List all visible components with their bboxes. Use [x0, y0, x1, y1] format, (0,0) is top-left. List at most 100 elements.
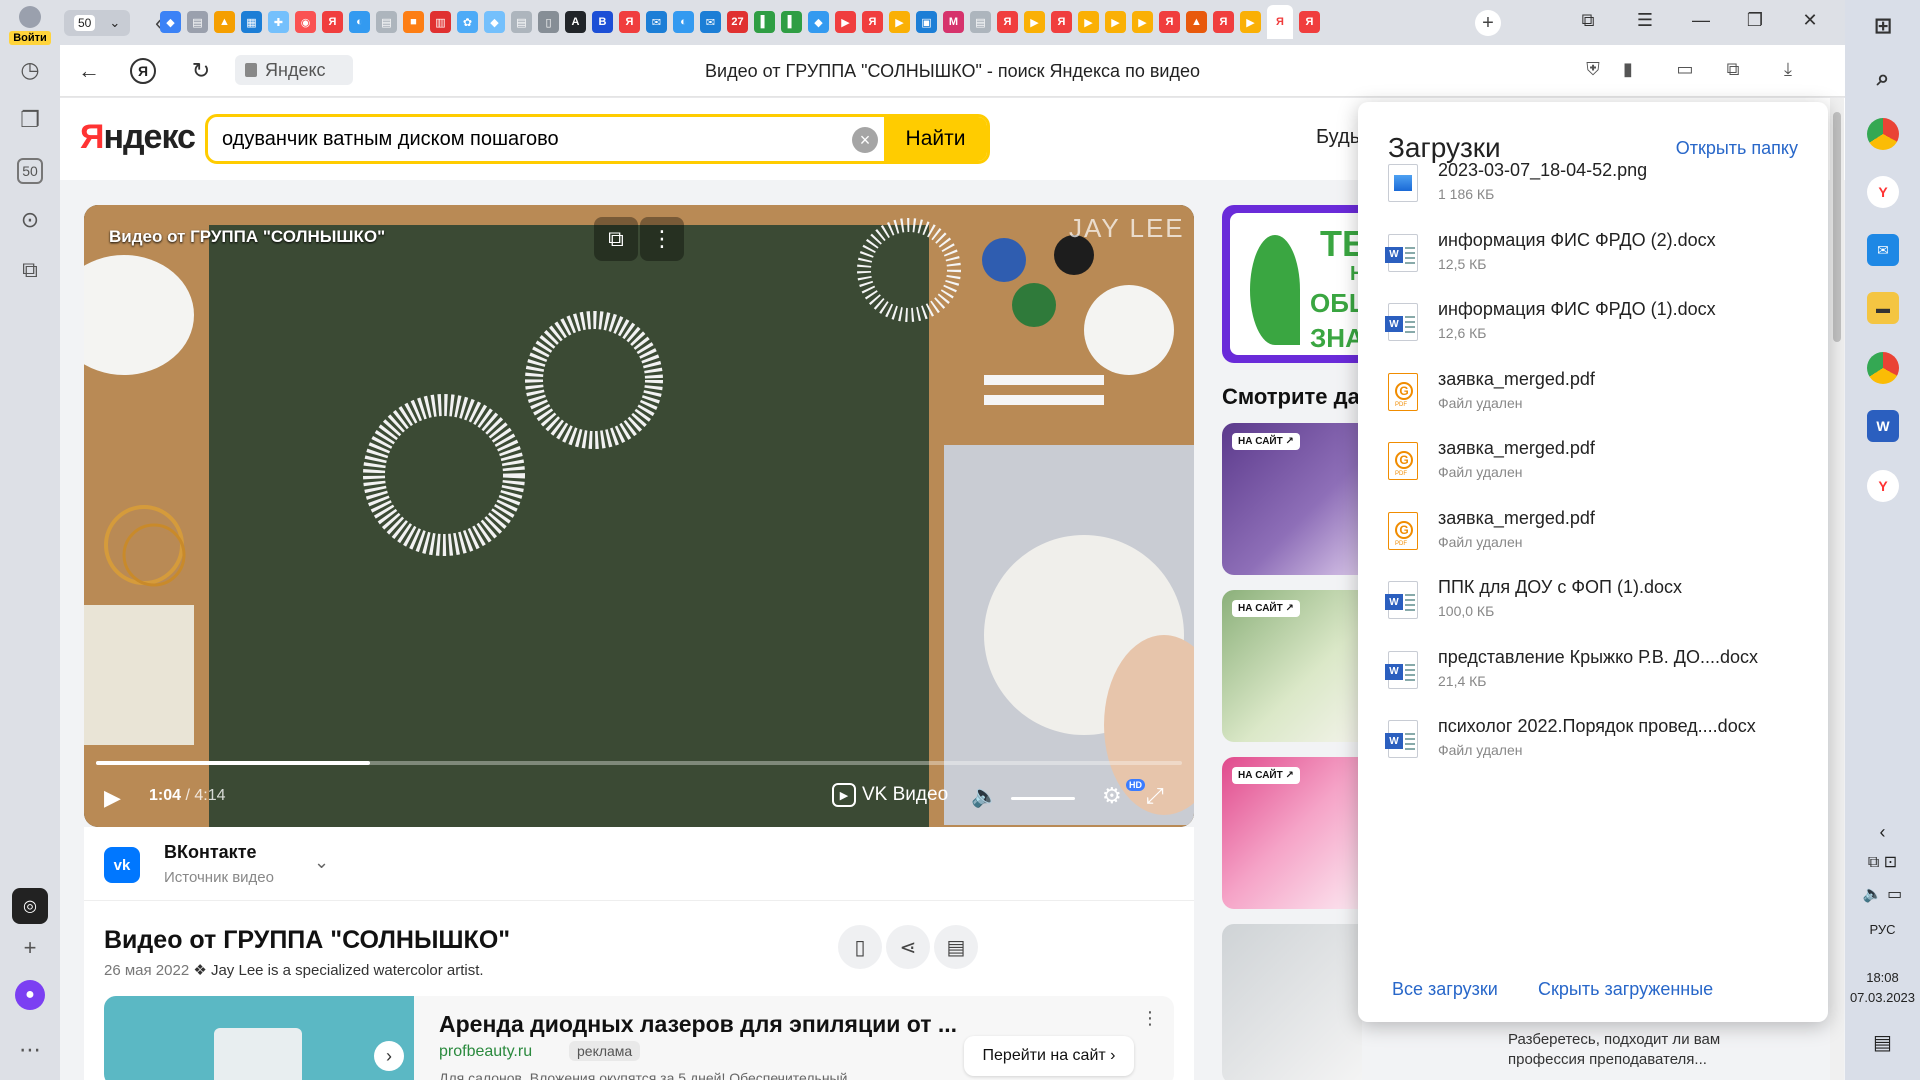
download-item[interactable]: G PDF заявка_merged.pdf Файл удален: [1388, 369, 1808, 429]
hide-downloaded-link[interactable]: Скрыть загруженные: [1538, 979, 1713, 1000]
screenshot-icon[interactable]: ⧉: [12, 252, 48, 288]
related-video-thumb[interactable]: НА САЙТ ↗: [1222, 590, 1362, 742]
language-indicator[interactable]: РУС: [1845, 922, 1920, 937]
word-icon[interactable]: W: [1867, 410, 1899, 442]
clear-search-icon[interactable]: ×: [852, 127, 878, 153]
history-icon[interactable]: ◷: [12, 52, 48, 88]
share-button[interactable]: ⋖: [886, 925, 930, 969]
search-input[interactable]: одуванчик ватным диском пошагово: [222, 128, 559, 151]
related-video-thumb[interactable]: НА САЙТ ↗: [1222, 757, 1362, 909]
bookmark-icon[interactable]: ▮: [1615, 59, 1641, 83]
tab-icon-16[interactable]: A: [565, 11, 586, 33]
report-button[interactable]: ▤: [934, 925, 978, 969]
tab-icon-15[interactable]: ▯: [538, 11, 559, 33]
progress-bar[interactable]: [96, 761, 1182, 765]
tab-icon-20[interactable]: ◐: [673, 11, 694, 33]
downloads-icon[interactable]: ⤓: [1775, 59, 1801, 83]
chevron-left-icon[interactable]: ‹: [1845, 822, 1920, 843]
maximize-icon[interactable]: ❐: [1740, 10, 1770, 31]
tab-icon-18[interactable]: Я: [619, 11, 640, 33]
tab-icon-4[interactable]: ▦: [241, 11, 262, 33]
tab-icon-37[interactable]: ▶: [1132, 11, 1153, 33]
volume-icon[interactable]: 🔈: [971, 783, 998, 809]
source-name[interactable]: ВКонтакте: [164, 842, 257, 863]
bookmark-button[interactable]: ▯: [838, 925, 882, 969]
download-item[interactable]: 2023-03-07_18-04-52.png 1 186 КБ: [1388, 160, 1808, 220]
ad-site[interactable]: profbeauty.ru: [439, 1043, 532, 1061]
mail-icon[interactable]: ✉: [1867, 234, 1899, 266]
on-site-badge[interactable]: НА САЙТ ↗: [1232, 767, 1300, 784]
tray-icons[interactable]: ⧉ ⊡: [1845, 852, 1920, 872]
video-player[interactable]: Видео от ГРУППА "СОЛНЫШКО" ⧉ ⋮ JAY LEE ▶…: [84, 205, 1194, 827]
tab-count-button[interactable]: 50 ⌄: [64, 10, 130, 36]
tab-icon-21[interactable]: ✉: [700, 11, 721, 33]
all-downloads-link[interactable]: Все загрузки: [1392, 979, 1498, 1000]
ad-cta-button[interactable]: Перейти на сайт ›: [964, 1036, 1134, 1076]
alice-app-icon[interactable]: ◎: [12, 888, 48, 924]
more-options-icon[interactable]: ⋮: [640, 217, 684, 261]
tab-icon-32[interactable]: Я: [997, 11, 1018, 33]
ad-title[interactable]: Аренда диодных лазеров для эпиляции от .…: [439, 1011, 957, 1038]
play-icon[interactable]: ▶: [104, 785, 121, 811]
new-tab-button[interactable]: +: [1475, 10, 1501, 36]
tab-icon-19[interactable]: ✉: [646, 11, 667, 33]
tab-icon-27[interactable]: Я: [862, 11, 883, 33]
download-item[interactable]: G PDF заявка_merged.pdf Файл удален: [1388, 508, 1808, 568]
protect-icon[interactable]: ⛨: [1580, 59, 1606, 83]
ad-card[interactable]: › Аренда диодных лазеров для эпиляции от…: [104, 996, 1174, 1080]
download-item[interactable]: Wинформация ФИС ФРДО (2).docx 12,5 КБ: [1385, 230, 1808, 290]
yandex-icon[interactable]: Y: [1867, 470, 1899, 502]
tab-icon-22[interactable]: 27: [727, 11, 748, 33]
extensions-icon[interactable]: ⧉: [1720, 59, 1746, 83]
tab-icon-30[interactable]: M: [943, 11, 964, 33]
tab-icon-1[interactable]: ◆: [160, 11, 181, 33]
tab-icon-9[interactable]: ▤: [376, 11, 397, 33]
media-play-icon[interactable]: ⊙: [12, 202, 48, 238]
on-site-badge[interactable]: НА САЙТ ↗: [1232, 600, 1300, 617]
battery-saver-icon[interactable]: ▭: [1672, 59, 1698, 83]
chrome-icon[interactable]: [1867, 118, 1899, 150]
clock-time[interactable]: 18:08: [1845, 970, 1920, 985]
tab-icon-38[interactable]: Я: [1159, 11, 1180, 33]
close-icon[interactable]: ✕: [1795, 10, 1825, 31]
file-explorer-icon[interactable]: ▬: [1867, 292, 1899, 324]
tab-icon-35[interactable]: ▶: [1078, 11, 1099, 33]
related-video-caption[interactable]: Разберетесь, подходит ли вам профессия п…: [1508, 1030, 1768, 1070]
download-item[interactable]: Wпредставление Крыжко Р.В. ДО....docx 21,…: [1385, 647, 1808, 707]
tab-icon-24[interactable]: ▌: [781, 11, 802, 33]
page-scrollbar[interactable]: [1830, 98, 1844, 1080]
tab-icon-5[interactable]: ✚: [268, 11, 289, 33]
settings-icon[interactable]: ⚙: [1102, 783, 1122, 809]
ad-image[interactable]: ›: [104, 996, 414, 1080]
tab-icon-13[interactable]: ◆: [484, 11, 505, 33]
yandex-logo[interactable]: Яндекс: [80, 118, 196, 157]
tab-icon-41[interactable]: ▶: [1240, 11, 1261, 33]
vk-icon[interactable]: vk: [104, 847, 140, 883]
tab-icon-36[interactable]: ▶: [1105, 11, 1126, 33]
tab-count-icon[interactable]: 50: [17, 158, 43, 184]
tab-icon-7[interactable]: Я: [322, 11, 343, 33]
tab-icon-14[interactable]: ▤: [511, 11, 532, 33]
download-item[interactable]: Wпсихолог 2022.Порядок провед....docx Фай…: [1385, 716, 1808, 776]
windows-start-icon[interactable]: ⊞: [1867, 10, 1899, 42]
tab-icon-43[interactable]: Я: [1299, 11, 1320, 33]
tab-icon-17[interactable]: B: [592, 11, 613, 33]
related-video-thumb[interactable]: [1222, 924, 1362, 1080]
tab-icon-12[interactable]: ✿: [457, 11, 478, 33]
download-item[interactable]: G PDF заявка_merged.pdf Файл удален: [1388, 438, 1808, 498]
tab-icon-3[interactable]: ▲: [214, 11, 235, 33]
clock-date[interactable]: 07.03.2023: [1845, 990, 1920, 1005]
search-icon[interactable]: ⌕: [1867, 62, 1899, 94]
vk-video-brand[interactable]: ▶ VK Видео: [832, 783, 948, 807]
minimize-icon[interactable]: —: [1686, 10, 1716, 31]
open-external-icon[interactable]: ⧉: [594, 217, 638, 261]
tab-icon-42[interactable]: Я: [1267, 5, 1293, 39]
tab-icon-33[interactable]: ▶: [1024, 11, 1045, 33]
open-folder-link[interactable]: Открыть папку: [1676, 138, 1798, 159]
tab-icon-26[interactable]: ▶: [835, 11, 856, 33]
tab-icon-23[interactable]: ▌: [754, 11, 775, 33]
menu-icon[interactable]: ☰: [1630, 10, 1660, 31]
add-panel-icon[interactable]: +: [12, 930, 48, 966]
on-site-badge[interactable]: НА САЙТ ↗: [1232, 433, 1300, 450]
tab-icon-31[interactable]: ▤: [970, 11, 991, 33]
